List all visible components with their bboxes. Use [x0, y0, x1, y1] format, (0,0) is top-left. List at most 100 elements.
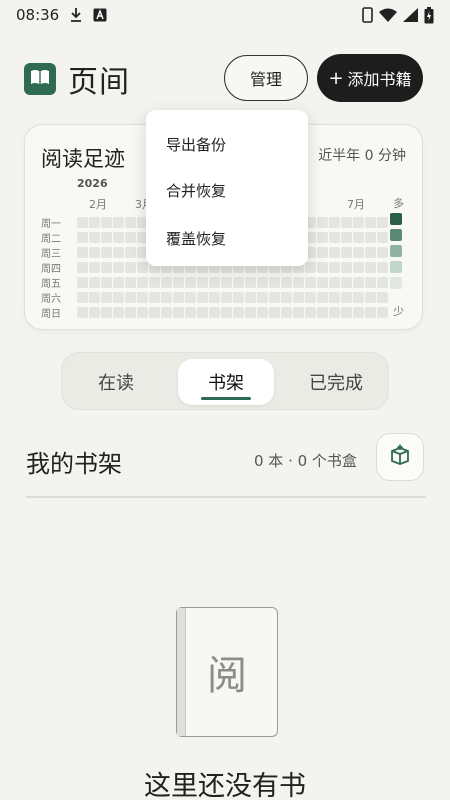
- heatmap-cell: [113, 277, 124, 288]
- heatmap-cell: [245, 307, 256, 318]
- heatmap-cell: [137, 292, 148, 303]
- heatmap-cell: [137, 262, 148, 273]
- heatmap-cell: [353, 307, 364, 318]
- add-book-button[interactable]: + 添加书籍: [317, 54, 423, 102]
- empty-book-char: 阅: [207, 653, 247, 699]
- heatmap-cell: [77, 232, 88, 243]
- heatmap-cell: [197, 307, 208, 318]
- heatmap-cell: [353, 232, 364, 243]
- heatmap-cell: [173, 292, 184, 303]
- weekday-label: 周二: [41, 234, 61, 245]
- weekday-label: 周日: [41, 309, 61, 320]
- heatmap-cell: [137, 277, 148, 288]
- tab-finished[interactable]: 已完成: [282, 353, 390, 411]
- heatmap-cell: [185, 307, 196, 318]
- heatmap-cell: [269, 277, 280, 288]
- shelf-title: 我的书架: [26, 450, 122, 478]
- footprint-title: 阅读足迹: [41, 147, 125, 171]
- heatmap-cell: [209, 277, 220, 288]
- weekday-label: 周六: [41, 294, 61, 305]
- add-book-box-button[interactable]: [376, 433, 424, 481]
- heatmap-cell: [197, 277, 208, 288]
- heatmap-cell: [185, 277, 196, 288]
- heatmap-cell: [209, 292, 220, 303]
- heatmap-cell: [317, 292, 328, 303]
- heatmap-cell: [125, 292, 136, 303]
- heatmap-cell: [101, 217, 112, 228]
- shelf-tabs: 在读 书架 已完成: [61, 352, 389, 410]
- manage-button[interactable]: 管理: [224, 55, 308, 101]
- signal-icon: [403, 8, 418, 22]
- heatmap-cell: [149, 292, 160, 303]
- empty-book-illustration: 阅: [176, 607, 278, 737]
- heatmap-cell: [341, 217, 352, 228]
- heatmap-cell: [113, 232, 124, 243]
- heatmap-cell: [341, 247, 352, 258]
- heatmap-cell: [101, 277, 112, 288]
- heatmap-cell: [365, 307, 376, 318]
- tab-bookshelf[interactable]: 书架: [178, 353, 274, 411]
- heatmap-cell: [341, 262, 352, 273]
- heatmap-cell: [101, 307, 112, 318]
- heatmap-cell: [305, 277, 316, 288]
- heatmap-cell: [377, 232, 388, 243]
- heatmap-cell: [365, 217, 376, 228]
- heatmap-cell: [101, 292, 112, 303]
- box-plus-icon: [389, 444, 411, 470]
- menu-item-merge-restore[interactable]: 合并恢复: [166, 180, 226, 201]
- heatmap-cell: [377, 247, 388, 258]
- keyboard-a-icon: [93, 8, 107, 22]
- heatmap-cell: [377, 277, 388, 288]
- footprint-summary: 近半年 0 分钟: [318, 148, 406, 164]
- heatmap-cell: [245, 292, 256, 303]
- heatmap-cell: [269, 292, 280, 303]
- heatmap-cell: [101, 262, 112, 273]
- heatmap-cell: [317, 232, 328, 243]
- heatmap-cell: [233, 307, 244, 318]
- heatmap-cell: [365, 277, 376, 288]
- heatmap-cell: [125, 277, 136, 288]
- tab-label: 在读: [98, 373, 134, 394]
- heatmap-cell: [269, 307, 280, 318]
- plus-icon: +: [328, 67, 344, 89]
- heatmap-cell: [113, 217, 124, 228]
- heatmap-cell: [257, 307, 268, 318]
- heatmap-cell: [377, 307, 388, 318]
- heatmap-cell: [77, 307, 88, 318]
- heatmap-cell: [101, 232, 112, 243]
- tab-underline: [201, 397, 251, 400]
- weekday-label: 周三: [41, 249, 61, 260]
- heatmap-cell: [353, 247, 364, 258]
- tab-label: 已完成: [309, 373, 363, 394]
- heatmap-cell: [113, 262, 124, 273]
- menu-item-export-backup[interactable]: 导出备份: [166, 134, 226, 155]
- legend-swatch: [390, 261, 402, 273]
- heatmap-cell: [113, 247, 124, 258]
- heatmap-cell: [365, 247, 376, 258]
- heatmap-cell: [365, 232, 376, 243]
- heatmap-cell: [233, 292, 244, 303]
- manage-dropdown-menu: 导出备份 合并恢复 覆盖恢复: [146, 110, 308, 266]
- status-time: 08:36: [16, 6, 60, 24]
- heatmap-cell: [365, 292, 376, 303]
- heatmap-cell: [197, 292, 208, 303]
- heatmap-cell: [221, 292, 232, 303]
- heatmap-cell: [89, 307, 100, 318]
- heatmap-cell: [137, 307, 148, 318]
- app-header: 页间 管理 + 添加书籍: [24, 54, 426, 104]
- shelf-divider: [26, 496, 426, 498]
- heatmap-cell: [125, 262, 136, 273]
- heatmap-cell: [341, 277, 352, 288]
- heatmap-cell: [341, 232, 352, 243]
- heatmap-month-label: 2月: [89, 198, 107, 211]
- heatmap-cell: [281, 307, 292, 318]
- menu-item-overwrite-restore[interactable]: 覆盖恢复: [166, 228, 226, 249]
- app-title: 页间: [68, 65, 130, 100]
- heatmap-cell: [89, 247, 100, 258]
- tab-reading[interactable]: 在读: [62, 353, 170, 411]
- heatmap-cell: [293, 292, 304, 303]
- heatmap-month-label: 7月: [347, 198, 365, 211]
- heatmap-cell: [341, 292, 352, 303]
- heatmap-cell: [353, 262, 364, 273]
- heatmap-cell: [293, 277, 304, 288]
